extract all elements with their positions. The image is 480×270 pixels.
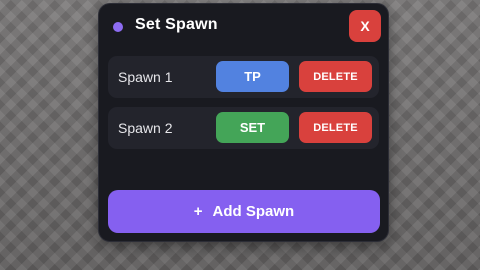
spawn-row-2: Spawn 2 SET DELETE	[108, 107, 379, 149]
plus-icon: +	[193, 203, 203, 220]
set-spawn-button[interactable]: SET	[216, 112, 289, 143]
set-spawn-panel: Set Spawn X Spawn 1 TP DELETE Spawn 2 SE…	[98, 3, 389, 242]
add-spawn-button[interactable]: + Add Spawn	[108, 190, 380, 233]
add-spawn-label: Add Spawn	[212, 203, 295, 220]
teleport-button[interactable]: TP	[216, 61, 289, 92]
title-dot-icon	[113, 22, 123, 32]
delete-spawn-button[interactable]: DELETE	[299, 61, 372, 92]
game-viewport: Set Spawn X Spawn 1 TP DELETE Spawn 2 SE…	[0, 0, 480, 270]
spawn-row-1: Spawn 1 TP DELETE	[108, 56, 379, 98]
spawn-name: Spawn 2	[118, 120, 173, 136]
panel-title: Set Spawn	[135, 16, 218, 33]
spawn-name: Spawn 1	[118, 69, 173, 85]
panel-header: Set Spawn X	[99, 4, 388, 49]
close-button[interactable]: X	[349, 10, 381, 42]
delete-spawn-button[interactable]: DELETE	[299, 112, 372, 143]
